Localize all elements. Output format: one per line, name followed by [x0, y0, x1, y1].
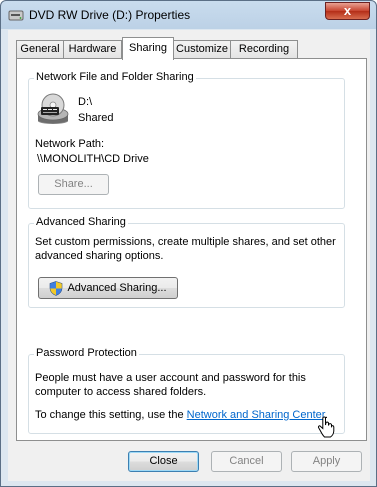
dvd-drive-icon	[37, 93, 69, 124]
network-sharing-group: Network File and Folder Sharing D:\ Shar…	[28, 71, 345, 209]
close-button[interactable]: Close	[128, 451, 199, 472]
password-protection-group: Password Protection People must have a u…	[28, 347, 345, 438]
drive-name: D:\	[78, 96, 93, 108]
drive-icon	[8, 10, 24, 21]
network-path-label: Network Path:	[35, 138, 105, 150]
share-status: Shared	[78, 112, 114, 124]
tab-hardware[interactable]: Hardware	[63, 40, 122, 59]
sharing-panel: Network File and Folder Sharing D:\ Shar…	[16, 58, 367, 441]
cancel-button[interactable]: Cancel	[211, 451, 282, 472]
tab-general[interactable]: General	[16, 40, 64, 59]
properties-window: DVD RW Drive (D:) Properties x General H…	[0, 0, 377, 487]
network-path-value: \\MONOLITH\CD Drive	[37, 153, 149, 165]
network-sharing-center-link[interactable]: Network and Sharing Center	[187, 409, 325, 421]
group-title: Password Protection	[34, 347, 139, 359]
share-button[interactable]: Share...	[38, 174, 109, 195]
window-title: DVD RW Drive (D:) Properties	[29, 8, 191, 22]
tab-customize[interactable]: Customize	[173, 40, 231, 59]
change-setting-prefix: To change this setting, use the	[35, 409, 187, 421]
password-protection-line1: People must have a user account and pass…	[35, 372, 306, 384]
advanced-sharing-description-line2: advanced sharing options.	[35, 250, 164, 262]
group-title: Advanced Sharing	[34, 216, 128, 228]
advanced-sharing-button[interactable]: Advanced Sharing...	[38, 277, 178, 299]
password-protection-line2: computer to access shared folders.	[35, 386, 207, 398]
close-window-button[interactable]: x	[325, 2, 370, 20]
tab-recording[interactable]: Recording	[230, 40, 298, 59]
hand-cursor-icon	[317, 416, 335, 438]
change-setting-text: To change this setting, use the Network …	[35, 409, 328, 421]
dialog-client: General Hardware Sharing Customize Recor…	[8, 30, 370, 481]
uac-shield-icon	[49, 281, 63, 296]
advanced-sharing-button-label: Advanced Sharing...	[67, 282, 167, 294]
group-title: Network File and Folder Sharing	[34, 71, 196, 83]
advanced-sharing-description-line1: Set custom permissions, create multiple …	[35, 236, 336, 248]
apply-button[interactable]: Apply	[291, 451, 362, 472]
tab-sharing[interactable]: Sharing	[122, 37, 174, 60]
advanced-sharing-group: Advanced Sharing Set custom permissions,…	[28, 216, 345, 308]
title-bar[interactable]: DVD RW Drive (D:) Properties x	[1, 1, 376, 29]
